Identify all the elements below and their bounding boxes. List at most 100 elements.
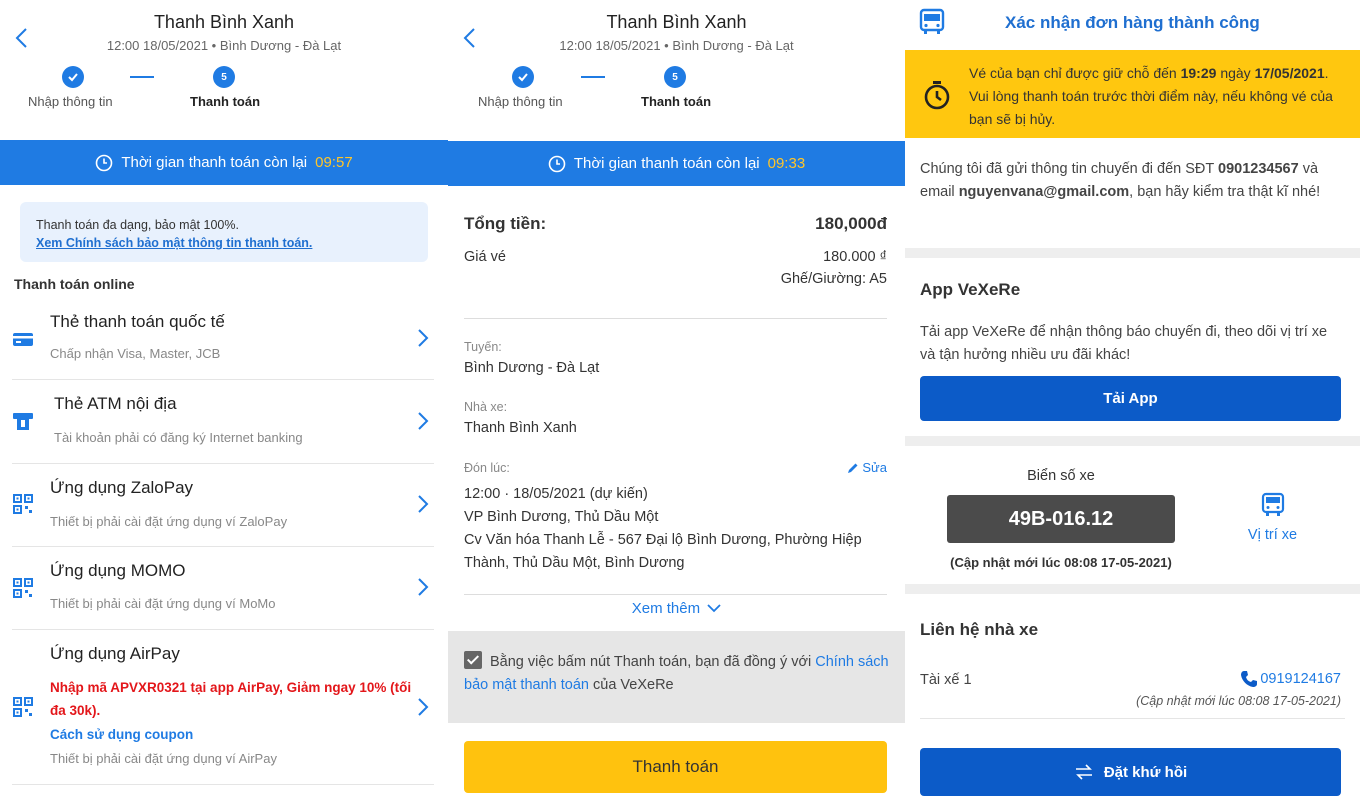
app-promo-card: App VeXeRe Tải app VeXeRe để nhận thông … xyxy=(905,258,1360,436)
trip-subtitle: 12:00 18/05/2021 • Bình Dương - Đà Lạt xyxy=(559,38,794,53)
chevron-right-icon xyxy=(418,495,429,513)
agree-checkbox[interactable] xyxy=(464,651,482,669)
step-label-info: Nhập thông tin xyxy=(478,94,563,109)
seat-info: Ghế/Giường: A5 xyxy=(780,271,887,287)
security-text: Thanh toán đa dạng, bảo mật 100%. xyxy=(36,218,239,232)
bus-plate-card: Biển số xe 49B-016.12 (Cập nhật mới lúc … xyxy=(905,446,1360,584)
payment-timer: Thời gian thanh toán còn lại 09:33 xyxy=(448,141,905,186)
security-info-box: Thanh toán đa dạng, bảo mật 100%. Xem Ch… xyxy=(20,202,428,262)
operator-label: Nhà xe: xyxy=(464,400,508,414)
ticket-label: Giá vé xyxy=(464,249,506,265)
credit-card-icon xyxy=(12,328,34,350)
pay-button[interactable]: Thanh toán xyxy=(464,741,887,793)
security-policy-link[interactable]: Xem Chính sách bảo mật thông tin thanh t… xyxy=(36,234,412,252)
step-connector xyxy=(130,76,154,78)
timer-label: Thời gian thanh toán còn lại xyxy=(573,155,760,172)
see-more-label: Xem thêm xyxy=(631,600,701,617)
promo-text: Nhập mã APVXR0321 tại app AirPay, Giảm n… xyxy=(50,680,412,718)
trip-subtitle: 12:00 18/05/2021 • Bình Dương - Đà Lạt xyxy=(106,38,342,53)
divider xyxy=(464,594,887,595)
sent-info-card: Chúng tôi đã gửi thông tin chuyến đi đến… xyxy=(905,138,1360,248)
payment-method-airpay[interactable]: Ứng dụng AirPay Nhập mã APVXR0321 tại ap… xyxy=(12,630,434,785)
phone-icon xyxy=(1241,671,1258,687)
confirmation-header: Xác nhận đơn hàng thành công xyxy=(905,0,1360,50)
header: Thanh Bình Xanh 12:00 18/05/2021 • Bình … xyxy=(0,0,448,140)
phone-number: 0901234567 xyxy=(1218,161,1299,177)
clock-icon xyxy=(548,155,566,172)
round-trip-label: Đặt khứ hồi xyxy=(1103,763,1188,781)
total-label: Tổng tiền: xyxy=(464,214,547,233)
driver-label: Tài xế 1 xyxy=(920,672,972,688)
qr-code-icon xyxy=(12,493,34,515)
page-title: Thanh Bình Xanh xyxy=(153,12,295,32)
download-app-button[interactable]: Tải App xyxy=(920,376,1341,421)
bus-icon xyxy=(919,8,945,34)
app-desc: Tải app VeXeRe để nhận thông báo chuyến … xyxy=(920,324,1328,363)
sent-info-text: Chúng tôi đã gửi thông tin chuyến đi đến… xyxy=(920,158,1345,204)
divider xyxy=(920,718,1345,719)
see-more-button[interactable]: Xem thêm xyxy=(448,600,905,617)
pickup-label: Đón lúc: xyxy=(464,460,510,475)
order-confirmation-screen: Xác nhận đơn hàng thành công Vé của bạn … xyxy=(905,0,1360,799)
payment-method-zalopay[interactable]: Ứng dụng ZaloPay Thiết bị phải cài đặt ứ… xyxy=(12,464,434,547)
pickup-address: Cv Văn hóa Thanh Lễ - 567 Đại lộ Bình Dư… xyxy=(464,532,862,571)
route-value: Bình Dương - Đà Lạt xyxy=(464,360,600,376)
method-desc: Tài khoản phải có đăng ký Internet banki… xyxy=(54,430,303,445)
chevron-right-icon xyxy=(418,578,429,596)
clock-icon xyxy=(96,154,113,171)
sent-text-1: Chúng tôi đã gửi thông tin chuyến đi đến… xyxy=(920,161,1214,177)
step-current-number: 5 xyxy=(213,66,235,88)
hold-warning: Vé của bạn chỉ được giữ chỗ đến 19:29 ng… xyxy=(905,50,1360,138)
timer-value: 09:33 xyxy=(767,155,806,172)
operator-value: Thanh Bình Xanh xyxy=(464,420,577,436)
pickup-block: Đón lúc: Sửa 12:00 · 18/05/2021 (dự kiến… xyxy=(464,460,887,575)
total-value: 180,000đ xyxy=(815,214,887,233)
qr-code-icon xyxy=(12,577,34,599)
method-name: Thẻ thanh toán quốc tế xyxy=(50,312,225,331)
edit-pickup-button[interactable]: Sửa xyxy=(847,460,887,475)
step-label-payment: Thanh toán xyxy=(641,94,712,109)
chevron-right-icon xyxy=(418,329,429,347)
chevron-right-icon xyxy=(418,412,429,430)
total-row: Tổng tiền: 180,000đ xyxy=(464,214,887,234)
payment-method-atm[interactable]: Thẻ ATM nội địa Tài khoản phải có đăng k… xyxy=(12,380,434,464)
header: Thanh Bình Xanh 12:00 18/05/2021 • Bình … xyxy=(448,0,905,140)
step-label-info: Nhập thông tin xyxy=(28,94,113,109)
sent-text-3: , bạn hãy kiểm tra thật kĩ nhé! xyxy=(1129,184,1321,200)
app-title: App VeXeRe xyxy=(920,280,1021,299)
route-label: Tuyến: xyxy=(464,340,502,354)
timer-label: Thời gian thanh toán còn lại xyxy=(121,154,308,171)
warning-text: Vé của bạn chỉ được giữ chỗ đến 19:29 ng… xyxy=(969,62,1349,131)
pickup-time: 12:00 · 18/05/2021 (dự kiến) xyxy=(464,486,648,502)
coupon-howto-link[interactable]: Cách sử dụng coupon xyxy=(50,727,193,742)
contact-title: Liên hệ nhà xe xyxy=(920,620,1039,639)
atm-icon xyxy=(12,410,34,432)
payment-summary-screen: Thanh Bình Xanh 12:00 18/05/2021 • Bình … xyxy=(448,0,905,799)
agree-suffix: của VeXeRe xyxy=(593,677,674,693)
swap-arrows-icon xyxy=(1075,764,1092,780)
ticket-value: 180.000 ₫ xyxy=(823,249,887,265)
driver-phone: 0919124167 xyxy=(1260,671,1341,687)
timer-value: 09:57 xyxy=(315,154,353,171)
payment-methods-screen: Thanh Bình Xanh 12:00 18/05/2021 • Bình … xyxy=(0,0,448,799)
step-done-icon xyxy=(512,66,534,88)
plate-updated: (Cập nhật mới lúc 08:08 17-05-2021) xyxy=(950,555,1172,570)
confirmation-title: Xác nhận đơn hàng thành công xyxy=(1005,13,1260,32)
bus-location-button[interactable]: Vị trí xe xyxy=(1225,492,1320,543)
plate-number: 49B-016.12 xyxy=(947,495,1175,543)
edit-label: Sửa xyxy=(862,460,887,475)
payment-timer: Thời gian thanh toán còn lại 09:57 xyxy=(0,140,448,185)
payment-method-momo[interactable]: Ứng dụng MOMO Thiết bị phải cài đặt ứng … xyxy=(12,547,434,630)
method-desc: Thiết bị phải cài đặt ứng dụng ví ZaloPa… xyxy=(50,514,288,529)
method-desc: Thiết bị phải cài đặt ứng dụng ví AirPay xyxy=(50,751,277,766)
driver-phone-link[interactable]: 0919124167 xyxy=(1240,670,1341,688)
round-trip-button[interactable]: Đặt khứ hồi xyxy=(920,748,1341,796)
method-name: Ứng dụng AirPay xyxy=(50,644,180,663)
payment-method-intl-card[interactable]: Thẻ thanh toán quốc tế Chấp nhận Visa, M… xyxy=(12,298,434,380)
warn-text-1: Vé của bạn chỉ được giữ chỗ đến xyxy=(969,65,1177,81)
ticket-price-row: Giá vé 180.000 ₫ Ghế/Giường: A5 xyxy=(464,249,887,287)
step-done-icon xyxy=(62,66,84,88)
method-desc: Thiết bị phải cài đặt ứng dụng ví MoMo xyxy=(50,596,276,611)
pencil-icon xyxy=(848,463,858,473)
route-block: Tuyến: Bình Dương - Đà Lạt xyxy=(464,340,887,376)
